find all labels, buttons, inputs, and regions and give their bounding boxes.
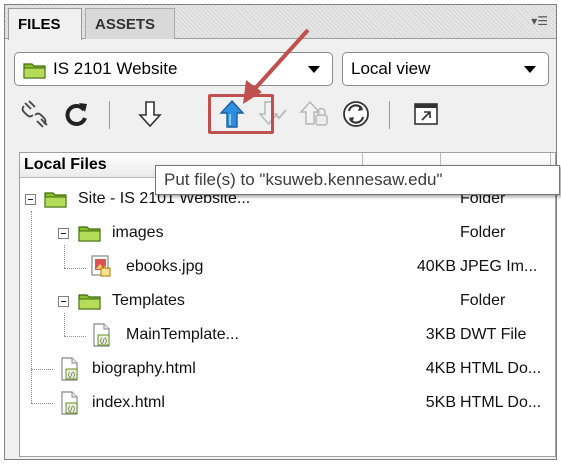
refresh-icon[interactable]: [59, 97, 93, 131]
file-type: DWT File: [460, 326, 527, 343]
file-name: MainTemplate...: [126, 326, 239, 343]
html-file-icon: ⟨/⟩: [61, 357, 78, 381]
file-type: Folder: [460, 224, 506, 241]
site-select[interactable]: IS 2101 Website: [14, 52, 333, 86]
file-type: Folder: [460, 292, 506, 309]
put-file-highlight: [208, 94, 274, 134]
tree-row-index[interactable]: ⟨/⟩ index.html 5KB HTML Do...: [20, 386, 555, 420]
tab-files[interactable]: FILES: [8, 8, 82, 40]
file-size: 4KB: [425, 360, 456, 377]
template-file-icon: ⟨/⟩: [93, 323, 110, 347]
toolbar-separator: [109, 101, 110, 129]
folder-icon: [78, 226, 101, 242]
file-name: biography.html: [92, 360, 196, 377]
tree-row-ebooks[interactable]: ebooks.jpg 40KB JPEG Im...: [20, 250, 555, 284]
folder-icon: [78, 294, 101, 310]
panel-options-icon[interactable]: ▾☰: [526, 13, 548, 29]
file-size: 40KB: [416, 258, 456, 275]
chevron-down-icon: [308, 66, 320, 73]
file-type: HTML Do...: [460, 360, 542, 377]
column-local-files[interactable]: Local Files: [24, 153, 107, 178]
tree-row-maintemplate[interactable]: ⟨/⟩ MainTemplate... 3KB DWT File: [20, 318, 555, 352]
expand-icon[interactable]: [409, 97, 443, 131]
tab-assets[interactable]: ASSETS: [85, 8, 175, 39]
collapse-toggle[interactable]: [58, 228, 69, 239]
view-select[interactable]: Local view: [342, 52, 549, 86]
folder-icon: [23, 63, 46, 79]
tree-row-templates[interactable]: Templates Folder: [20, 284, 555, 318]
synchronize-icon[interactable]: [339, 97, 373, 131]
file-type: HTML Do...: [460, 394, 542, 411]
tree-row-biography[interactable]: ⟨/⟩ biography.html 4KB HTML Do...: [20, 352, 555, 386]
put-file-tooltip: Put file(s) to "ksuweb.kennesaw.edu": [155, 165, 560, 195]
folder-icon: [44, 192, 67, 208]
file-type: JPEG Im...: [460, 258, 538, 275]
file-name: Templates: [112, 292, 185, 309]
html-file-icon: ⟨/⟩: [61, 391, 78, 415]
files-panel: FILES ASSETS ▾☰ IS 2101 Website Local vi…: [4, 4, 557, 460]
files-toolbar: [5, 93, 556, 135]
svg-text:⟨/⟩: ⟨/⟩: [100, 337, 108, 345]
image-file-icon: [91, 255, 111, 277]
file-name: images: [112, 224, 164, 241]
connect-icon[interactable]: [17, 97, 51, 131]
site-select-value: IS 2101 Website: [53, 59, 178, 78]
local-files-list: Local Files Site - IS 2101 Website... Fo…: [19, 152, 556, 457]
file-size: 3KB: [425, 326, 456, 343]
tab-strip: FILES ASSETS ▾☰: [5, 5, 556, 40]
file-size: 5KB: [425, 394, 456, 411]
view-select-value: Local view: [351, 59, 431, 78]
collapse-toggle[interactable]: [58, 296, 69, 307]
collapse-toggle[interactable]: [25, 194, 36, 205]
svg-text:⟨/⟩: ⟨/⟩: [68, 371, 76, 379]
toolbar-separator: [389, 101, 390, 129]
get-file-icon[interactable]: [133, 97, 167, 131]
svg-text:⟨/⟩: ⟨/⟩: [68, 405, 76, 413]
file-name: index.html: [92, 394, 165, 411]
check-in-icon[interactable]: [297, 97, 331, 131]
tree-row-images[interactable]: images Folder: [20, 216, 555, 250]
file-name: ebooks.jpg: [126, 258, 204, 275]
chevron-down-icon: [524, 66, 536, 73]
